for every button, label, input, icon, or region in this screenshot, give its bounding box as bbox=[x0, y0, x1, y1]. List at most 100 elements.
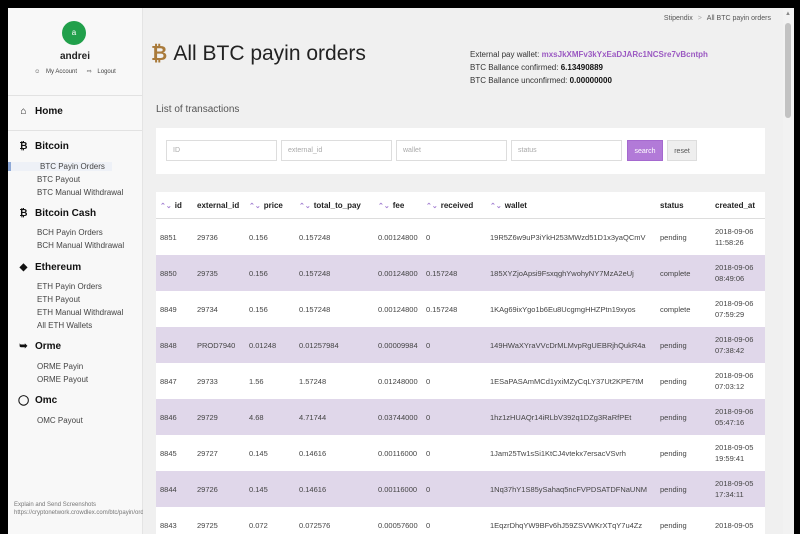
cell-id: 8843 bbox=[160, 520, 177, 530]
created-at-stack: 2018-09-06 07:03:12 bbox=[715, 370, 753, 392]
sidebar-item-home[interactable]: ⌂ Home bbox=[18, 106, 62, 117]
cell-status: complete bbox=[660, 304, 691, 314]
sort-icon: ⌃⌄ bbox=[490, 203, 502, 210]
column-header-wallet[interactable]: ⌃⌄ wallet bbox=[490, 201, 527, 210]
sidebar-item-btc-payin-orders[interactable]: BTC Payin Orders bbox=[8, 162, 112, 171]
column-header-fee[interactable]: ⌃⌄ fee bbox=[378, 201, 404, 210]
column-label: status bbox=[660, 201, 684, 210]
sidebar-item-eth-manual-withdrawal[interactable]: ETH Manual Withdrawal bbox=[37, 308, 123, 317]
table-row[interactable]: 8845 29727 0.145 0.14616 0.00116000 0 1Jam25Tw… bbox=[156, 435, 765, 471]
sidebar-section-bitcoin[interactable]: ₿ Bitcoin bbox=[18, 141, 68, 152]
created-time: 07:03:12 bbox=[715, 382, 745, 391]
id-filter-input[interactable]: ID bbox=[166, 140, 277, 161]
sidebar-item-btc-manual-withdrawal[interactable]: BTC Manual Withdrawal bbox=[37, 188, 123, 197]
status-filter-input[interactable]: status bbox=[511, 140, 622, 161]
breadcrumb-root[interactable]: Stipendix bbox=[664, 15, 693, 22]
user-links: ☺ My Account ⇨ Logout bbox=[8, 68, 142, 75]
cell-id: 8851 bbox=[160, 232, 177, 242]
scroll-up-icon[interactable]: ▲ bbox=[785, 11, 791, 17]
breadcrumb-current: All BTC payin orders bbox=[706, 15, 771, 22]
sidebar-item-orme-payin[interactable]: ORME Payin bbox=[37, 362, 83, 371]
cell-created-at: 2018-09-06 07:38:42 bbox=[715, 327, 765, 363]
cell-received: 0 bbox=[426, 232, 431, 242]
created-at-stack: 2018-09-06 11:58:26 bbox=[715, 226, 753, 248]
cell-external-id: 29729 bbox=[197, 412, 218, 422]
browser-window: a andrei ☺ My Account ⇨ Logout ⌂ Home ₿ Bi… bbox=[8, 8, 794, 534]
table-row[interactable]: 8844 29726 0.145 0.14616 0.00116000 0 1Nq37hY1… bbox=[156, 471, 765, 507]
created-date: 2018-09-05 bbox=[715, 443, 754, 452]
sidebar-item-btc-payout[interactable]: BTC Payout bbox=[37, 175, 80, 184]
sidebar-item-bch-manual-withdrawal[interactable]: BCH Manual Withdrawal bbox=[37, 241, 124, 250]
list-subtitle: List of transactions bbox=[156, 104, 240, 115]
avatar[interactable]: a bbox=[62, 21, 86, 45]
cell-status: pending bbox=[660, 340, 687, 350]
external-id-filter-input[interactable]: external_id bbox=[281, 140, 392, 161]
sidebar-item-eth-payout[interactable]: ETH Payout bbox=[37, 295, 80, 304]
cell-wallet: 1EqzrDhqYW9BFv6hJ59ZSVWKrXTqY7u4Zz bbox=[490, 520, 643, 530]
cell-fee: 0.00116000 bbox=[378, 448, 418, 458]
cell-price: 0.01248 bbox=[249, 340, 277, 350]
cell-price: 0.156 bbox=[249, 268, 268, 278]
cell-external-id: 29726 bbox=[197, 484, 218, 494]
sidebar-item-orme-payout[interactable]: ORME Payout bbox=[37, 375, 88, 384]
created-at-stack: 2018-09-05 17:34:11 bbox=[715, 478, 753, 500]
logout-link[interactable]: ⇨ Logout bbox=[85, 69, 118, 75]
balance-unconfirmed-value: 0.00000000 bbox=[569, 76, 612, 85]
my-account-label: My Account bbox=[46, 69, 78, 75]
scrollbar[interactable]: ▲ bbox=[783, 8, 794, 534]
cell-id: 8850 bbox=[160, 268, 177, 278]
created-date: 2018-09-05 bbox=[715, 520, 754, 530]
cell-total-to-pay: 4.71744 bbox=[299, 412, 327, 422]
sidebar-item-all-eth-wallets[interactable]: All ETH Wallets bbox=[37, 321, 92, 330]
created-date: 2018-09-06 bbox=[715, 227, 754, 236]
cell-external-id: 29735 bbox=[197, 268, 218, 278]
sidebar-section-bitcoin-cash[interactable]: ₿ Bitcoin Cash bbox=[18, 208, 96, 219]
sidebar: a andrei ☺ My Account ⇨ Logout ⌂ Home ₿ Bi… bbox=[8, 8, 152, 534]
created-at-stack: 2018-09-06 07:38:42 bbox=[715, 334, 753, 356]
explain-screenshots-link[interactable]: Explain and Send Screenshots bbox=[14, 502, 96, 508]
cell-price: 4.68 bbox=[249, 412, 264, 422]
cell-id: 8847 bbox=[160, 376, 177, 386]
my-account-link[interactable]: ☺ My Account bbox=[32, 69, 79, 75]
column-header-total-to-pay[interactable]: ⌃⌄ total_to_pay bbox=[299, 201, 361, 210]
created-time: 19:59:41 bbox=[715, 454, 745, 463]
created-time: 17:34:11 bbox=[715, 490, 744, 499]
sidebar-section-omc[interactable]: ◯ Omc bbox=[18, 395, 57, 406]
main-content: Stipendix > All BTC payin orders ₿ All BTC … bbox=[143, 8, 783, 534]
column-header-price[interactable]: ⌃⌄ price bbox=[249, 201, 283, 210]
cell-received: 0 bbox=[426, 340, 431, 350]
table-row[interactable]: 8846 29729 4.68 4.71744 0.03744000 0 1hz1zHUAQ… bbox=[156, 399, 765, 435]
sidebar-section-label: Orme bbox=[35, 341, 62, 352]
column-label: id bbox=[174, 201, 182, 210]
cell-total-to-pay: 0.14616 bbox=[299, 484, 327, 494]
transactions-table: ⌃⌄ id external_id ⌃⌄ price ⌃⌄ total_to_pay … bbox=[156, 192, 765, 534]
cell-created-at: 2018-09-05 bbox=[715, 507, 765, 534]
page-title-text: All BTC payin orders bbox=[173, 42, 366, 65]
table-row[interactable]: 8848 PROD7940 0.01248 0.01257984 0.00009984 0… bbox=[156, 327, 765, 363]
reset-button[interactable]: reset bbox=[667, 140, 697, 161]
search-button[interactable]: search bbox=[627, 140, 663, 161]
breadcrumb: Stipendix > All BTC payin orders bbox=[664, 15, 771, 22]
column-header-received[interactable]: ⌃⌄ received bbox=[426, 201, 473, 210]
sidebar-item-omc-payout[interactable]: OMC Payout bbox=[37, 416, 83, 425]
table-row[interactable]: 8851 29736 0.156 0.157248 0.00124800 0 19R5Z6w… bbox=[156, 219, 765, 255]
cell-price: 0.072 bbox=[249, 520, 268, 530]
created-date: 2018-09-05 bbox=[715, 479, 754, 488]
table-row[interactable]: 8849 29734 0.156 0.157248 0.00124800 0.157248… bbox=[156, 291, 765, 327]
table-row[interactable]: 8850 29735 0.156 0.157248 0.00124800 0.157248… bbox=[156, 255, 765, 291]
cell-id: 8845 bbox=[160, 448, 177, 458]
table-row[interactable]: 8847 29733 1.56 1.57248 0.01248000 0 1ESaPASAm… bbox=[156, 363, 765, 399]
cell-total-to-pay: 0.072576 bbox=[299, 520, 331, 530]
sidebar-item-bch-payin-orders[interactable]: BCH Payin Orders bbox=[37, 228, 103, 237]
sidebar-item-eth-payin-orders[interactable]: ETH Payin Orders bbox=[37, 282, 102, 291]
created-at-stack: 2018-09-06 05:47:16 bbox=[715, 406, 753, 428]
sidebar-section-ethereum[interactable]: ◆ Ethereum bbox=[18, 262, 81, 273]
scrollbar-thumb[interactable] bbox=[785, 23, 791, 118]
wallet-filter-input[interactable]: wallet bbox=[396, 140, 507, 161]
cell-created-at: 2018-09-06 07:03:12 bbox=[715, 363, 765, 399]
sidebar-section-orme[interactable]: ➥ Orme bbox=[18, 341, 61, 352]
column-header-id[interactable]: ⌃⌄ id bbox=[160, 201, 182, 210]
table-row[interactable]: 8843 29725 0.072 0.072576 0.00057600 0 1EqzrDh… bbox=[156, 507, 765, 534]
created-time: 07:38:42 bbox=[715, 346, 745, 355]
cell-status: pending bbox=[660, 376, 687, 386]
